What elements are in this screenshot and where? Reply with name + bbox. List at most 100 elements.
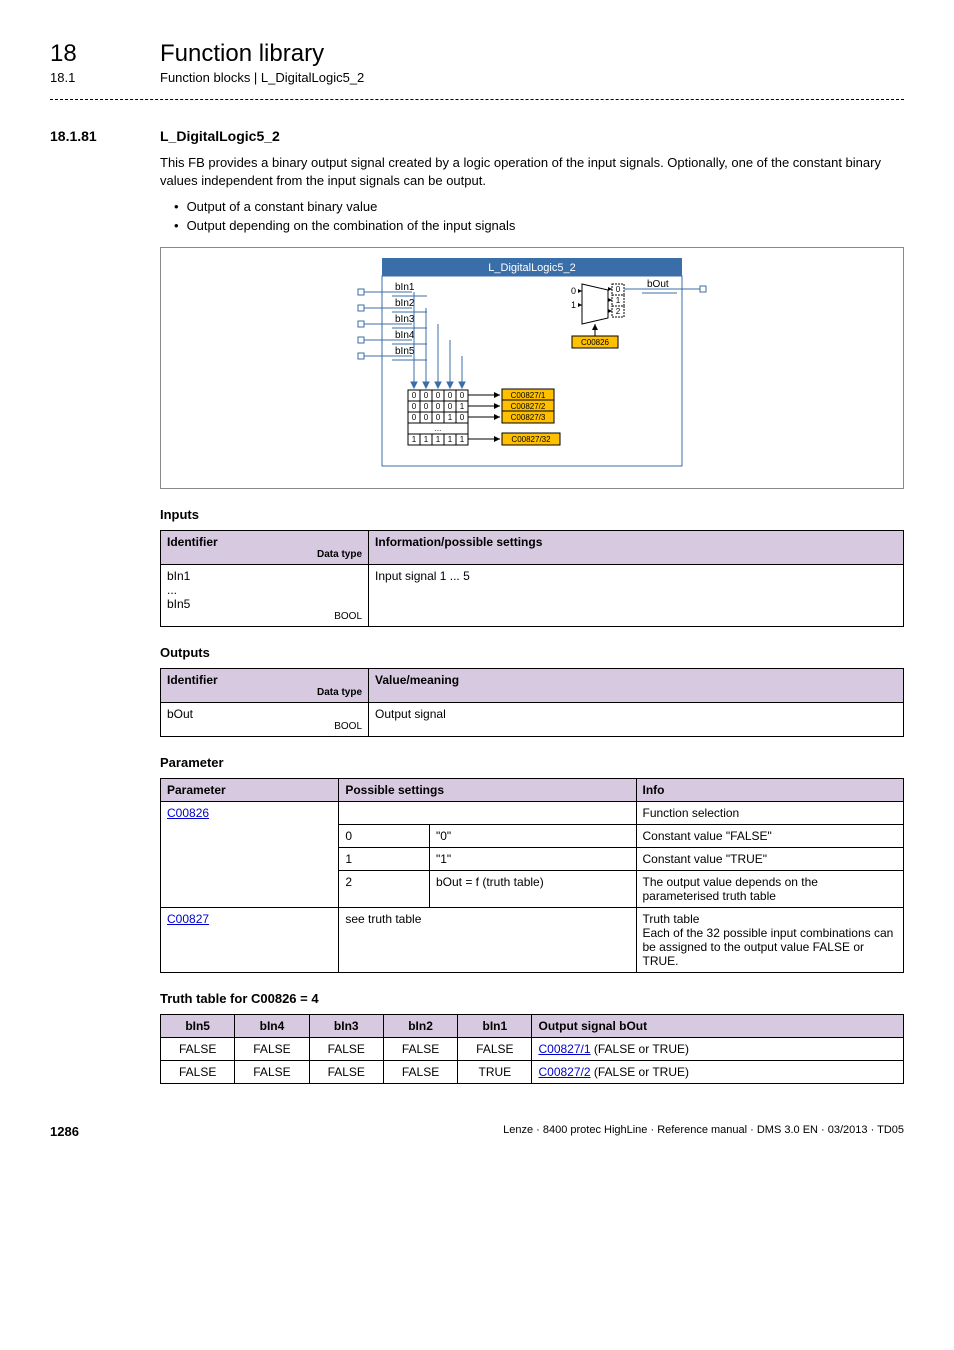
svg-text:bIn3: bIn3 — [395, 314, 415, 325]
truth-tail: (FALSE or TRUE) — [591, 1042, 689, 1056]
svg-text:0: 0 — [460, 391, 465, 400]
ps-info: The output value depends on the paramete… — [636, 871, 904, 908]
truth-table: bIn5 bIn4 bIn3 bIn2 bIn1 Output signal b… — [160, 1014, 904, 1084]
svg-text:bIn1: bIn1 — [395, 282, 415, 293]
svg-text:1: 1 — [460, 402, 465, 411]
mux: 0 1 2 0 1 — [571, 284, 624, 324]
bullet-item: Output of a constant binary value — [174, 199, 904, 214]
diagram-input: bIn3 — [358, 314, 427, 328]
svg-text:0: 0 — [424, 402, 429, 411]
param-info: Function selection — [636, 802, 904, 825]
svg-text:1: 1 — [424, 435, 429, 444]
svg-text:0: 0 — [436, 413, 441, 422]
output-id: bOut — [167, 707, 362, 721]
svg-text:0: 0 — [616, 285, 621, 294]
svg-text:0: 0 — [436, 391, 441, 400]
col-bin2: bIn2 — [383, 1015, 457, 1038]
input-info: Input signal 1 ... 5 — [369, 565, 904, 627]
section-intro: This FB provides a binary output signal … — [160, 154, 904, 189]
svg-text:bIn5: bIn5 — [395, 346, 415, 357]
col-info: Info — [636, 779, 904, 802]
col-datatype: Data type — [167, 549, 362, 560]
ps-info: Truth table Each of the 32 possible inpu… — [636, 908, 904, 973]
svg-text:1: 1 — [460, 435, 465, 444]
ps-text: "0" — [429, 825, 636, 848]
svg-text:1: 1 — [616, 296, 621, 305]
svg-text:1: 1 — [448, 435, 453, 444]
truth-row: 0 0 0 0 0 C00827/1 — [408, 389, 554, 401]
ps-text: "1" — [429, 848, 636, 871]
ps-num: 1 — [339, 848, 430, 871]
footer-text: Lenze · 8400 protec HighLine · Reference… — [503, 1124, 904, 1139]
block-diagram: L_DigitalLogic5_2 bIn1 bIn2 — [160, 247, 904, 489]
mux-select: C00826 — [572, 324, 618, 348]
svg-text:...: ... — [435, 424, 442, 433]
col-bin4: bIn4 — [235, 1015, 309, 1038]
col-identifier: Identifier — [167, 535, 362, 549]
table-row: FALSE FALSE FALSE FALSE FALSE C00827/1 (… — [161, 1038, 904, 1061]
col-info: Information/possible settings — [369, 531, 904, 565]
truth-row-ellipsis: ... — [408, 423, 468, 434]
ps-num: 2 — [339, 871, 430, 908]
table-row: FALSE FALSE FALSE FALSE TRUE C00827/2 (F… — [161, 1061, 904, 1084]
ps-text: see truth table — [339, 908, 636, 973]
diagram-title: L_DigitalLogic5_2 — [488, 262, 575, 274]
truth-code-link[interactable]: C00827/2 — [538, 1065, 590, 1079]
diagram-input: bIn1 — [358, 282, 427, 296]
diagram-output: bOut — [624, 279, 706, 293]
inputs-heading: Inputs — [160, 507, 904, 522]
svg-text:C00827/3: C00827/3 — [511, 413, 546, 422]
col-output: Output signal bOut — [532, 1015, 904, 1038]
svg-text:1: 1 — [436, 435, 441, 444]
truth-table-heading: Truth table for C00826 = 4 — [160, 991, 904, 1006]
output-datatype: BOOL — [167, 721, 362, 732]
divider — [50, 99, 904, 100]
outputs-table: Identifier Data type Value/meaning bOut … — [160, 668, 904, 737]
input-id: bIn1 — [167, 569, 362, 583]
truth-row: 0 0 0 0 1 C00827/2 — [408, 400, 554, 412]
input-datatype: BOOL — [167, 611, 362, 622]
ps-info: Constant value "FALSE" — [636, 825, 904, 848]
param-code-link[interactable]: C00827 — [167, 912, 209, 926]
diagram-input: bIn4 — [358, 330, 427, 344]
svg-text:C00826: C00826 — [581, 338, 610, 347]
inputs-table: Identifier Data type Information/possibl… — [160, 530, 904, 627]
col-identifier: Identifier — [167, 673, 362, 687]
col-bin5: bIn5 — [161, 1015, 235, 1038]
svg-text:bIn4: bIn4 — [395, 330, 415, 341]
truth-row: 1 1 1 1 1 C00827/32 — [408, 433, 560, 445]
svg-text:0: 0 — [412, 402, 417, 411]
chapter-number: 18 — [50, 40, 160, 68]
col-bin1: bIn1 — [458, 1015, 532, 1038]
param-code-link[interactable]: C00826 — [167, 806, 209, 820]
parameter-heading: Parameter — [160, 755, 904, 770]
subchapter-title: Function blocks | L_DigitalLogic5_2 — [160, 70, 364, 85]
svg-text:1: 1 — [571, 300, 576, 310]
col-value: Value/meaning — [369, 669, 904, 703]
ps-num: 0 — [339, 825, 430, 848]
svg-text:2: 2 — [616, 307, 621, 316]
subchapter-number: 18.1 — [50, 70, 160, 85]
svg-text:C00827/2: C00827/2 — [511, 402, 546, 411]
svg-text:0: 0 — [424, 413, 429, 422]
svg-text:bIn2: bIn2 — [395, 298, 415, 309]
col-possible-settings: Possible settings — [339, 779, 636, 802]
truth-tail: (FALSE or TRUE) — [591, 1065, 689, 1079]
bullet-item: Output depending on the combination of t… — [174, 218, 904, 233]
svg-text:C00827/32: C00827/32 — [511, 435, 551, 444]
svg-text:0: 0 — [448, 391, 453, 400]
col-bin3: bIn3 — [309, 1015, 383, 1038]
svg-text:1: 1 — [412, 435, 417, 444]
section-number: 18.1.81 — [50, 128, 160, 144]
svg-text:0: 0 — [424, 391, 429, 400]
chapter-title: Function library — [160, 40, 324, 68]
svg-text:bOut: bOut — [647, 279, 669, 290]
page-number: 1286 — [50, 1124, 79, 1139]
svg-text:0: 0 — [436, 402, 441, 411]
parameter-table: Parameter Possible settings Info C00826 … — [160, 778, 904, 973]
input-id: ... — [167, 583, 362, 597]
truth-code-link[interactable]: C00827/1 — [538, 1042, 590, 1056]
svg-text:0: 0 — [448, 402, 453, 411]
truth-row: 0 0 0 1 0 C00827/3 — [408, 411, 554, 423]
svg-text:0: 0 — [412, 391, 417, 400]
